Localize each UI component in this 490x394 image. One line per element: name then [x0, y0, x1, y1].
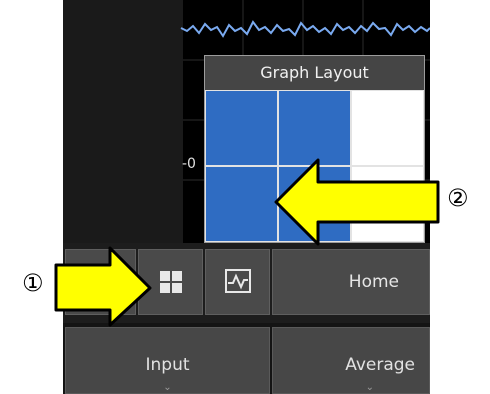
graph-layout-button[interactable] — [138, 249, 203, 315]
toolbar: Home — [63, 243, 430, 323]
home-button-label: Home — [348, 272, 399, 292]
layout-cell-r2-c3[interactable] — [351, 166, 424, 242]
callout-marker-2: ② — [447, 184, 469, 212]
layout-cell-r2-c2[interactable] — [278, 166, 351, 242]
layout-cell-r1-c3[interactable] — [351, 90, 424, 166]
layout-cell-r2-c1[interactable] — [205, 166, 278, 242]
chevron-down-icon: ⌄ — [365, 382, 374, 393]
waveform-button[interactable] — [205, 249, 270, 315]
bottom-bar: Input ⌄ Average ⌄ — [63, 323, 430, 394]
callout-marker-1: ① — [22, 269, 44, 297]
layout-grid — [205, 90, 424, 242]
graph-layout-popup: Graph Layout — [204, 55, 425, 243]
input-button-label: Input — [145, 355, 190, 375]
input-button[interactable]: Input ⌄ — [65, 327, 270, 394]
signal-trace — [180, 20, 430, 38]
popup-title: Graph Layout — [205, 56, 424, 90]
waveform-icon — [225, 269, 251, 293]
chevron-down-icon: ⌄ — [163, 382, 172, 393]
app-window: -0 Graph Layout Home Input ⌄ Average ⌄ — [63, 0, 430, 394]
layout-cell-r1-c1[interactable] — [205, 90, 278, 166]
home-button[interactable]: Home — [272, 249, 430, 315]
toolbar-left-button[interactable] — [65, 249, 136, 315]
grid-layout-icon — [160, 271, 182, 293]
y-axis-tick-label: -0 — [182, 156, 196, 172]
average-button[interactable]: Average ⌄ — [272, 327, 430, 394]
layout-cell-r1-c2[interactable] — [278, 90, 351, 166]
average-button-label: Average — [345, 355, 415, 375]
